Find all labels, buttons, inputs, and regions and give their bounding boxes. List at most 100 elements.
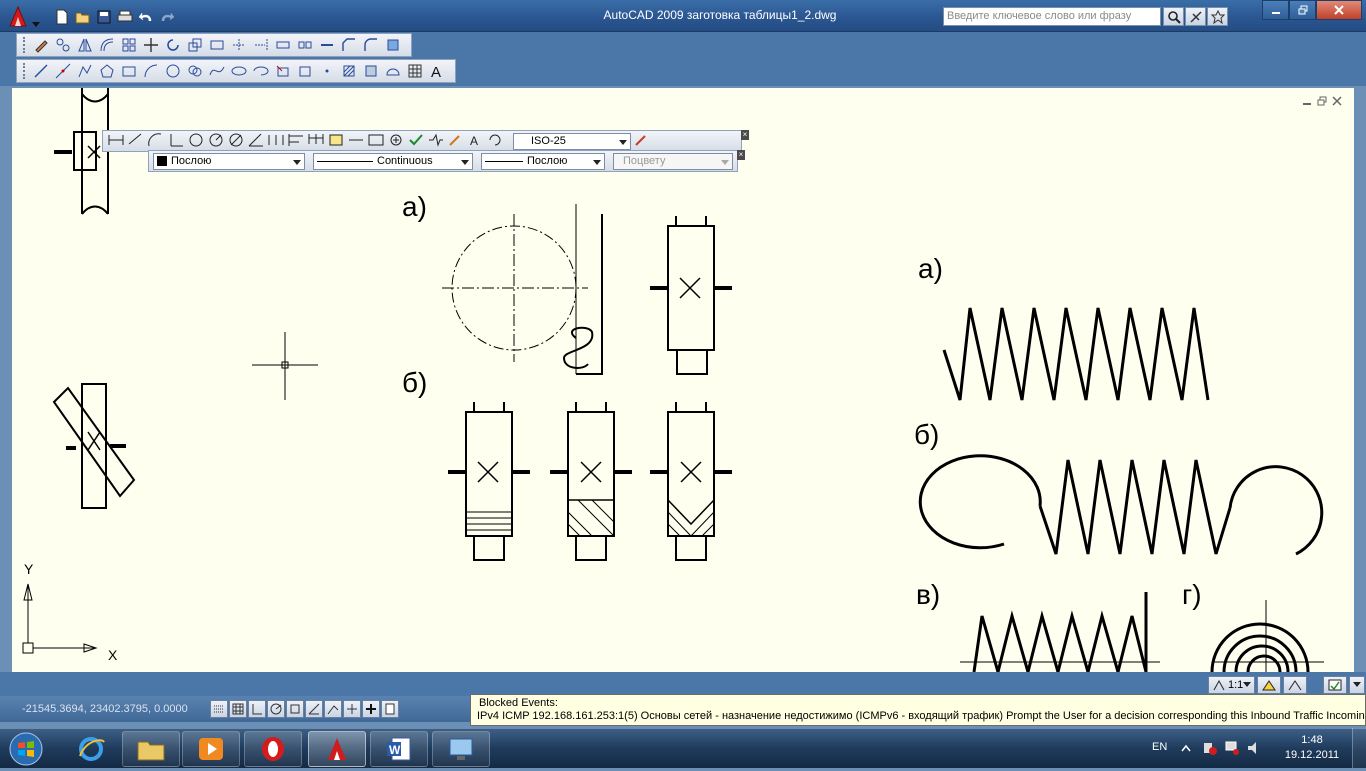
lineweight-control[interactable]: Послою	[481, 152, 605, 170]
color-control[interactable]: Послою	[153, 152, 305, 170]
redo-button[interactable]	[157, 8, 176, 26]
arc-length-button[interactable]	[147, 132, 165, 151]
status-menu-button[interactable]	[1349, 676, 1366, 694]
quick-dimension-button[interactable]	[267, 132, 285, 151]
scale-button[interactable]	[185, 35, 205, 55]
taskbar-media-player[interactable]	[182, 731, 240, 767]
baseline-button[interactable]	[287, 132, 305, 151]
rectangle-button[interactable]	[119, 61, 139, 81]
autocad-menu-button[interactable]	[4, 4, 44, 30]
taskbar-clock[interactable]: 1:48 19.12.2011	[1282, 733, 1342, 763]
dynamic-input-button[interactable]	[343, 700, 361, 718]
drawing-restore-button[interactable]	[1316, 96, 1327, 106]
ortho-mode-button[interactable]	[248, 700, 266, 718]
save-button[interactable]	[94, 8, 113, 26]
multiline-text-button[interactable]: A	[427, 61, 447, 81]
show-desktop-button[interactable]	[1352, 728, 1366, 768]
taskbar-explorer[interactable]	[122, 731, 180, 767]
polyline-button[interactable]	[75, 61, 95, 81]
tolerance-button[interactable]	[367, 132, 385, 151]
drawing-minimize-button[interactable]	[1301, 96, 1312, 106]
search-button[interactable]	[1163, 7, 1184, 26]
continue-button[interactable]	[307, 132, 325, 151]
info-center-search-input[interactable]: Введите ключевое слово или фразу	[943, 7, 1161, 26]
dimension-edit-button[interactable]	[447, 132, 465, 151]
arc-button[interactable]	[141, 61, 161, 81]
taskbar-word[interactable]: W	[370, 731, 428, 767]
dim-break-button[interactable]	[347, 132, 365, 151]
taskbar-control-panel[interactable]	[432, 731, 490, 767]
dimension-toolbar-close[interactable]: ×	[741, 130, 749, 140]
chevron-up-icon[interactable]	[1180, 742, 1192, 754]
properties-toolbar-close[interactable]: ×	[737, 150, 745, 160]
extend-button[interactable]	[251, 35, 271, 55]
drawing-canvas[interactable]: а) б) а) б) в) г) Y X A ISO-25 × Послою …	[12, 88, 1354, 672]
revision-cloud-button[interactable]	[185, 61, 205, 81]
annotation-visibility-button[interactable]	[1257, 676, 1282, 694]
taskbar-opera[interactable]	[244, 731, 302, 767]
stretch-button[interactable]	[207, 35, 227, 55]
object-snap-tracking-button[interactable]	[305, 700, 323, 718]
volume-icon[interactable]	[1246, 740, 1262, 756]
taskbar-autocad[interactable]	[308, 731, 366, 767]
join-button[interactable]	[317, 35, 337, 55]
dimension-style-button[interactable]	[633, 132, 651, 151]
point-button[interactable]	[317, 61, 337, 81]
dim-update-button[interactable]	[487, 132, 505, 151]
undo-button[interactable]	[136, 8, 155, 26]
language-indicator[interactable]: EN	[1152, 741, 1167, 753]
line-button[interactable]	[31, 61, 51, 81]
new-file-button[interactable]	[52, 8, 71, 26]
annotation-scale-button[interactable]: 1:1	[1208, 676, 1256, 694]
break-at-point-button[interactable]	[273, 35, 293, 55]
offset-button[interactable]	[97, 35, 117, 55]
quick-properties-button[interactable]	[381, 700, 399, 718]
mirror-button[interactable]	[75, 35, 95, 55]
drawing-close-button[interactable]	[1331, 96, 1342, 106]
rotate-button[interactable]	[163, 35, 183, 55]
fillet-button[interactable]	[361, 35, 381, 55]
close-button[interactable]	[1316, 0, 1362, 20]
center-mark-button[interactable]	[387, 132, 405, 151]
maximize-button[interactable]	[1289, 0, 1316, 20]
object-snap-button[interactable]	[286, 700, 304, 718]
circle-button[interactable]	[163, 61, 183, 81]
favorites-button[interactable]	[1207, 7, 1228, 26]
move-button[interactable]	[141, 35, 161, 55]
table-button[interactable]	[405, 61, 425, 81]
radius-button[interactable]	[187, 132, 205, 151]
dim-text-edit-button[interactable]: A	[467, 132, 485, 151]
start-button[interactable]	[6, 730, 46, 768]
trim-button[interactable]	[229, 35, 249, 55]
ordinate-button[interactable]	[167, 132, 185, 151]
auto-scale-button[interactable]	[1283, 676, 1308, 694]
grid-display-button[interactable]	[229, 700, 247, 718]
spline-button[interactable]	[207, 61, 227, 81]
ellipse-button[interactable]	[229, 61, 249, 81]
explode-button[interactable]	[383, 35, 403, 55]
insert-block-button[interactable]	[273, 61, 293, 81]
jogged-button[interactable]	[207, 132, 225, 151]
construction-line-button[interactable]	[53, 61, 73, 81]
minimize-button[interactable]	[1262, 0, 1289, 20]
gradient-button[interactable]	[361, 61, 381, 81]
array-button[interactable]	[119, 35, 139, 55]
dim-style-select[interactable]: ISO-25	[513, 132, 631, 150]
open-file-button[interactable]	[73, 8, 92, 26]
blocked-events-notification[interactable]: Blocked Events: IPv4 ICMP 192.168.161.25…	[470, 694, 1366, 726]
copy-button[interactable]	[53, 35, 73, 55]
diameter-button[interactable]	[227, 132, 245, 151]
snap-mode-button[interactable]	[210, 700, 228, 718]
communication-center-button[interactable]	[1185, 7, 1206, 26]
dynamic-ucs-button[interactable]	[324, 700, 342, 718]
lineweight-display-button[interactable]	[362, 700, 380, 718]
angular-button[interactable]	[247, 132, 265, 151]
break-button[interactable]	[295, 35, 315, 55]
network-icon[interactable]	[1224, 740, 1240, 756]
polygon-button[interactable]	[97, 61, 117, 81]
jogged-linear-button[interactable]	[427, 132, 445, 151]
tray-settings-button[interactable]	[1323, 676, 1348, 694]
taskbar-internet-explorer[interactable]	[62, 731, 120, 767]
linetype-control[interactable]: Continuous	[313, 152, 473, 170]
inspection-button[interactable]	[407, 132, 425, 151]
